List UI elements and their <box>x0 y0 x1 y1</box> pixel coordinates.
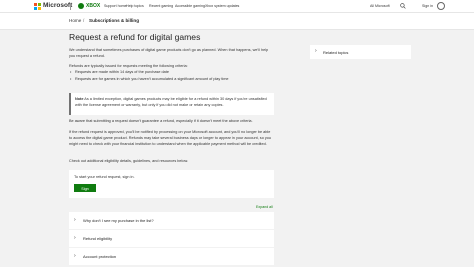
nav-link-accessible-gaming[interactable]: Accessible gaming <box>175 4 205 8</box>
approval-text: If the refund request is approved, you'l… <box>69 130 271 146</box>
chevron-right-icon: › <box>74 217 76 223</box>
sign-in-card: To start your refund request, sign in. S… <box>69 170 274 199</box>
note-box: Note As a limited exception, digital gam… <box>69 93 274 115</box>
accordion-purchase-missing[interactable]: › Why don't I see my purchase in the lis… <box>69 212 274 229</box>
chevron-right-icon: › <box>315 48 317 54</box>
list-item: Requests are for games in which you have… <box>70 76 229 83</box>
note-label: Note <box>75 97 84 101</box>
criteria-list: Requests are made within 14 days of the … <box>70 69 229 83</box>
breadcrumb-home[interactable]: Home <box>69 18 81 23</box>
search-icon[interactable] <box>400 3 406 9</box>
page-title: Request a refund for digital games <box>69 32 201 42</box>
note-text: As a limited exception, digital games pr… <box>75 97 267 107</box>
breadcrumb-current[interactable]: Subscriptions & billing <box>89 18 139 23</box>
accordion-label: Refund eligibility <box>83 236 113 241</box>
accordion-label: Why don't I see my purchase in the list? <box>83 218 154 223</box>
disclaimer-text: Be aware that submitting a request doesn… <box>69 119 253 123</box>
nav-link-recent-gaming[interactable]: Recent gaming <box>149 4 173 8</box>
expand-all-link[interactable]: Expand all <box>256 205 273 209</box>
xbox-wordmark[interactable]: XBOX <box>86 3 100 9</box>
chevron-right-icon: › <box>74 235 76 241</box>
sign-in-link[interactable]: Sign in <box>422 4 433 8</box>
nav-link-help-topics[interactable]: Help topics <box>126 4 144 8</box>
top-navigation: Microsoft XBOX Support home Help topics … <box>0 0 474 13</box>
accordion-refund-eligibility[interactable]: › Refund eligibility <box>69 230 274 247</box>
intro-text: We understand that sometimes purchases o… <box>69 48 269 58</box>
breadcrumb-separator: / <box>83 18 85 23</box>
check-text: Check out additional eligibility details… <box>69 159 189 163</box>
sign-in-button[interactable]: Sign in <box>74 184 96 199</box>
brand-name[interactable]: Microsoft <box>43 2 72 9</box>
sign-in-prompt: To start your refund request, sign in. <box>74 175 135 179</box>
breadcrumb: Home / Subscriptions & billing <box>0 13 474 30</box>
microsoft-logo-icon[interactable] <box>34 3 41 10</box>
accordion-label: Account protection <box>83 254 117 259</box>
chevron-right-icon: › <box>74 253 76 259</box>
related-topics-label: Related topics <box>323 49 349 55</box>
nav-link-support-home[interactable]: Support home <box>104 4 127 8</box>
xbox-logo-icon[interactable] <box>78 3 84 9</box>
all-microsoft-menu[interactable]: All Microsoft <box>370 4 390 8</box>
brand-divider <box>70 3 71 10</box>
nav-link-system-updates[interactable]: Xbox system updates <box>205 4 239 8</box>
accordion-account-protection[interactable]: › Account protection <box>69 248 274 265</box>
avatar-icon[interactable] <box>437 2 445 10</box>
related-topics[interactable]: › Related topics <box>310 45 411 59</box>
